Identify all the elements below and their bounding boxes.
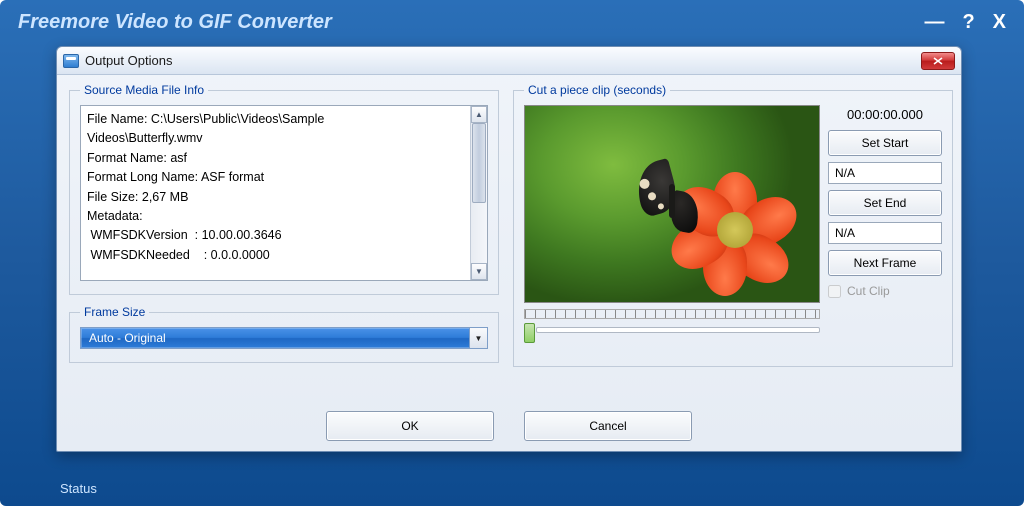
next-frame-button[interactable]: Next Frame <box>828 250 942 276</box>
dialog-icon <box>63 54 79 68</box>
video-preview <box>524 105 820 303</box>
cut-clip-checkbox-row: Cut Clip <box>828 284 942 298</box>
dialog-button-row: OK Cancel <box>69 411 949 441</box>
status-bar: Status <box>60 481 97 496</box>
start-time-field[interactable] <box>828 162 942 184</box>
cut-clip-group: Cut a piece clip (seconds) <box>513 83 953 367</box>
dialog-titlebar: Output Options <box>57 47 961 75</box>
frame-size-value: Auto - Original <box>81 331 469 345</box>
scroll-thumb[interactable] <box>472 123 486 203</box>
cut-clip-checkbox <box>828 285 841 298</box>
cut-clip-label: Cut Clip <box>847 284 890 298</box>
timecode-label: 00:00:00.000 <box>828 105 942 124</box>
window-controls: — ? X <box>924 11 1006 34</box>
ok-button[interactable]: OK <box>326 411 494 441</box>
source-info-group: Source Media File Info File Name: C:\Use… <box>69 83 499 295</box>
end-time-field[interactable] <box>828 222 942 244</box>
frame-size-dropdown[interactable]: Auto - Original ▼ <box>80 327 488 349</box>
scroll-up-icon[interactable]: ▲ <box>471 106 487 123</box>
source-info-legend: Source Media File Info <box>80 83 208 97</box>
cut-clip-legend: Cut a piece clip (seconds) <box>524 83 670 97</box>
close-icon[interactable]: X <box>993 11 1006 34</box>
frame-size-group: Frame Size Auto - Original ▼ <box>69 305 499 363</box>
slider-thumb[interactable] <box>524 323 535 343</box>
timeline-ruler <box>524 309 820 319</box>
minimize-icon[interactable]: — <box>924 11 944 34</box>
source-info-text: File Name: C:\Users\Public\Videos\Sample… <box>81 106 487 269</box>
scrollbar[interactable]: ▲ ▼ <box>470 106 487 280</box>
help-icon[interactable]: ? <box>962 11 974 34</box>
app-title: Freemore Video to GIF Converter <box>18 11 924 34</box>
dialog-title: Output Options <box>85 53 921 68</box>
output-options-dialog: Output Options Source Media File Info Fi… <box>56 46 962 452</box>
source-info-box[interactable]: File Name: C:\Users\Public\Videos\Sample… <box>80 105 488 281</box>
main-titlebar: Freemore Video to GIF Converter — ? X <box>0 0 1024 44</box>
set-start-button[interactable]: Set Start <box>828 130 942 156</box>
dialog-body: Source Media File Info File Name: C:\Use… <box>69 83 949 441</box>
frame-size-legend: Frame Size <box>80 305 149 319</box>
chevron-down-icon[interactable]: ▼ <box>469 328 487 348</box>
set-end-button[interactable]: Set End <box>828 190 942 216</box>
scroll-down-icon[interactable]: ▼ <box>471 263 487 280</box>
dialog-close-button[interactable] <box>921 52 955 70</box>
cancel-button[interactable]: Cancel <box>524 411 692 441</box>
butterfly-graphic <box>637 162 709 242</box>
timeline-slider[interactable] <box>524 321 820 339</box>
